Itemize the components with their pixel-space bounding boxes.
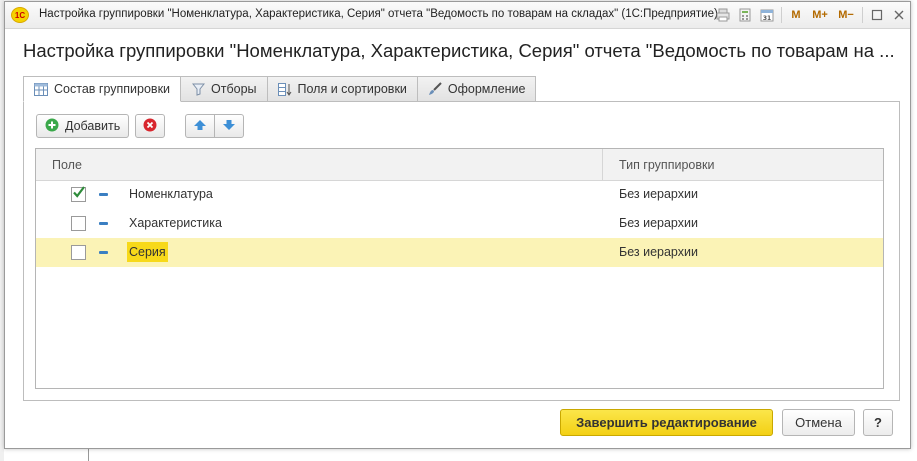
tab-label: Состав группировки — [54, 82, 171, 96]
table-header: Поле Тип группировки — [36, 149, 883, 181]
help-button[interactable]: ? — [863, 409, 893, 436]
close-icon[interactable] — [888, 5, 910, 25]
settings-dialog: 1С Настройка группировки "Номенклатура, … — [4, 1, 911, 449]
row-checkbox[interactable] — [71, 245, 86, 260]
memory-minus-button[interactable]: M− — [833, 5, 859, 25]
arrow-up-icon — [193, 119, 207, 134]
row-checkbox[interactable] — [71, 216, 86, 231]
toolbar-separator — [781, 7, 782, 23]
tab-appearance[interactable]: Оформление — [416, 76, 537, 101]
finish-editing-button[interactable]: Завершить редактирование — [560, 409, 773, 436]
move-up-button[interactable] — [185, 114, 216, 138]
tab-grouping-composition[interactable]: Состав группировки — [23, 76, 182, 102]
arrow-down-icon — [222, 119, 236, 134]
table-row-selected[interactable]: Серия Без иерархии — [36, 238, 883, 267]
print-icon[interactable] — [712, 5, 734, 25]
window-title: Настройка группировки "Номенклатура, Хар… — [39, 8, 718, 20]
field-type-icon — [99, 222, 108, 225]
tab-label: Оформление — [447, 82, 526, 96]
sort-fields-icon — [277, 82, 292, 96]
grouping-table: Поле Тип группировки Номенклатура Без ие… — [35, 148, 884, 389]
svg-text:31: 31 — [763, 15, 771, 22]
field-type-icon — [99, 251, 108, 254]
table-icon — [34, 82, 48, 96]
cell-field: Характеристика — [129, 216, 222, 230]
move-down-button[interactable] — [214, 114, 245, 138]
filter-icon — [191, 82, 205, 96]
tab-filters[interactable]: Отборы — [180, 76, 268, 101]
memory-button[interactable]: M — [785, 5, 807, 25]
cell-field: Номенклатура — [129, 187, 213, 201]
app-logo-icon: 1С — [11, 7, 29, 23]
cell-grouping-type[interactable]: Без иерархии — [619, 216, 698, 230]
field-type-icon — [99, 193, 108, 196]
delete-icon — [143, 118, 157, 135]
calculator-icon[interactable] — [734, 5, 756, 25]
title-toolbar: 31 M M+ M− — [712, 5, 910, 25]
row-checkbox[interactable] — [71, 186, 86, 202]
move-buttons — [185, 114, 245, 138]
add-button[interactable]: Добавить — [36, 114, 130, 138]
table-row[interactable]: Характеристика Без иерархии — [36, 209, 883, 238]
toolbar-separator — [862, 7, 863, 23]
add-button-label: Добавить — [65, 119, 121, 133]
brush-icon — [428, 82, 442, 96]
delete-button[interactable] — [135, 114, 166, 138]
grouping-panel: Добавить Поле Тип группировки Номенклату… — [23, 101, 900, 401]
add-icon — [45, 118, 59, 135]
memory-plus-button[interactable]: M+ — [807, 5, 833, 25]
grid-toolbar: Добавить — [36, 114, 245, 138]
title-bar: 1С Настройка группировки "Номенклатура, … — [5, 2, 910, 29]
desktop-edge-line — [88, 448, 89, 461]
column-header-field[interactable]: Поле — [52, 158, 82, 172]
tab-label: Поля и сортировки — [297, 82, 407, 96]
cell-grouping-type[interactable]: Без иерархии — [619, 187, 698, 201]
column-header-grouping-type[interactable]: Тип группировки — [619, 158, 714, 172]
tab-label: Отборы — [211, 82, 257, 96]
page-title: Настройка группировки "Номенклатура, Хар… — [23, 40, 895, 61]
cell-grouping-type[interactable]: Без иерархии — [619, 245, 698, 259]
maximize-icon[interactable] — [866, 5, 888, 25]
cell-field[interactable]: Серия — [127, 242, 168, 262]
tab-fields-sorting[interactable]: Поля и сортировки — [266, 76, 418, 101]
column-divider[interactable] — [602, 149, 603, 180]
cancel-button[interactable]: Отмена — [782, 409, 855, 436]
tab-bar: Состав группировки Отборы Поля и сортиро… — [23, 76, 537, 102]
table-row[interactable]: Номенклатура Без иерархии — [36, 180, 883, 209]
calendar-icon[interactable]: 31 — [756, 5, 778, 25]
